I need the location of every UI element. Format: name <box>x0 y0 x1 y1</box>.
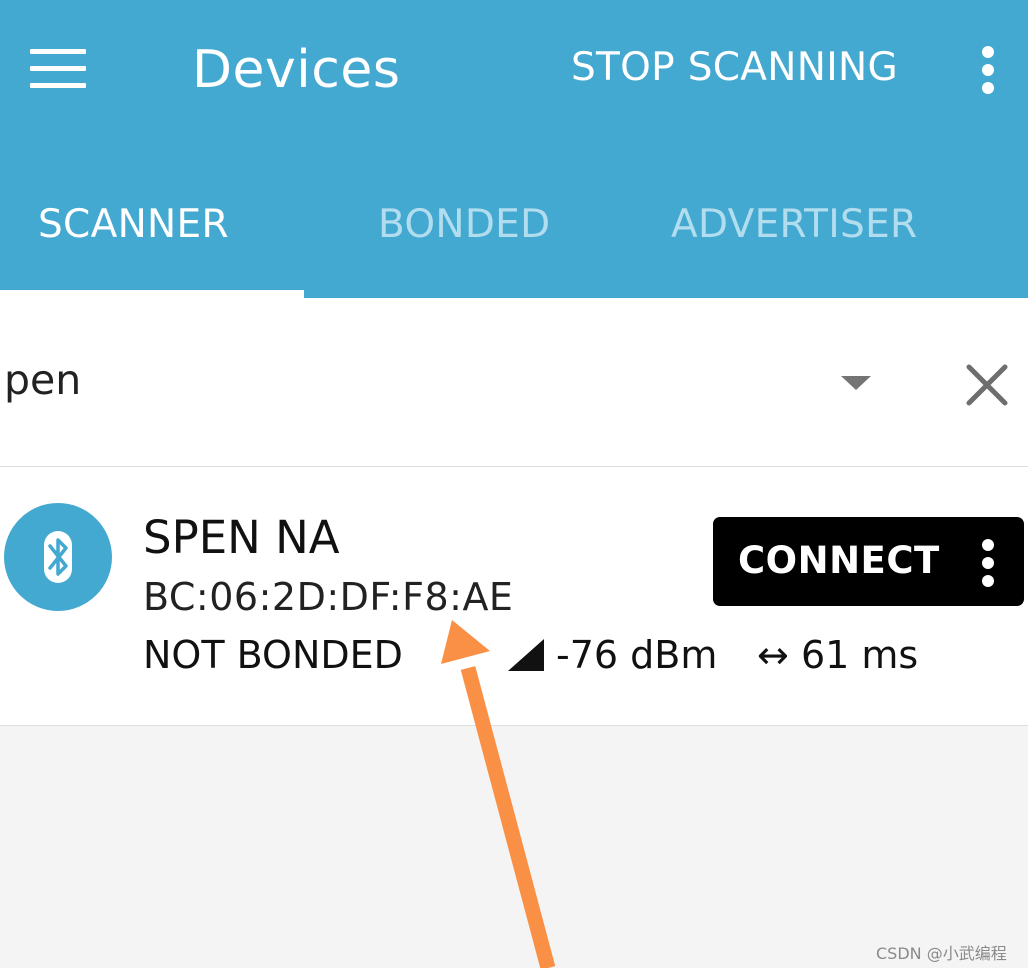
annotation-arrow <box>441 620 556 968</box>
watermark: CSDN @小武编程 <box>876 944 1007 963</box>
